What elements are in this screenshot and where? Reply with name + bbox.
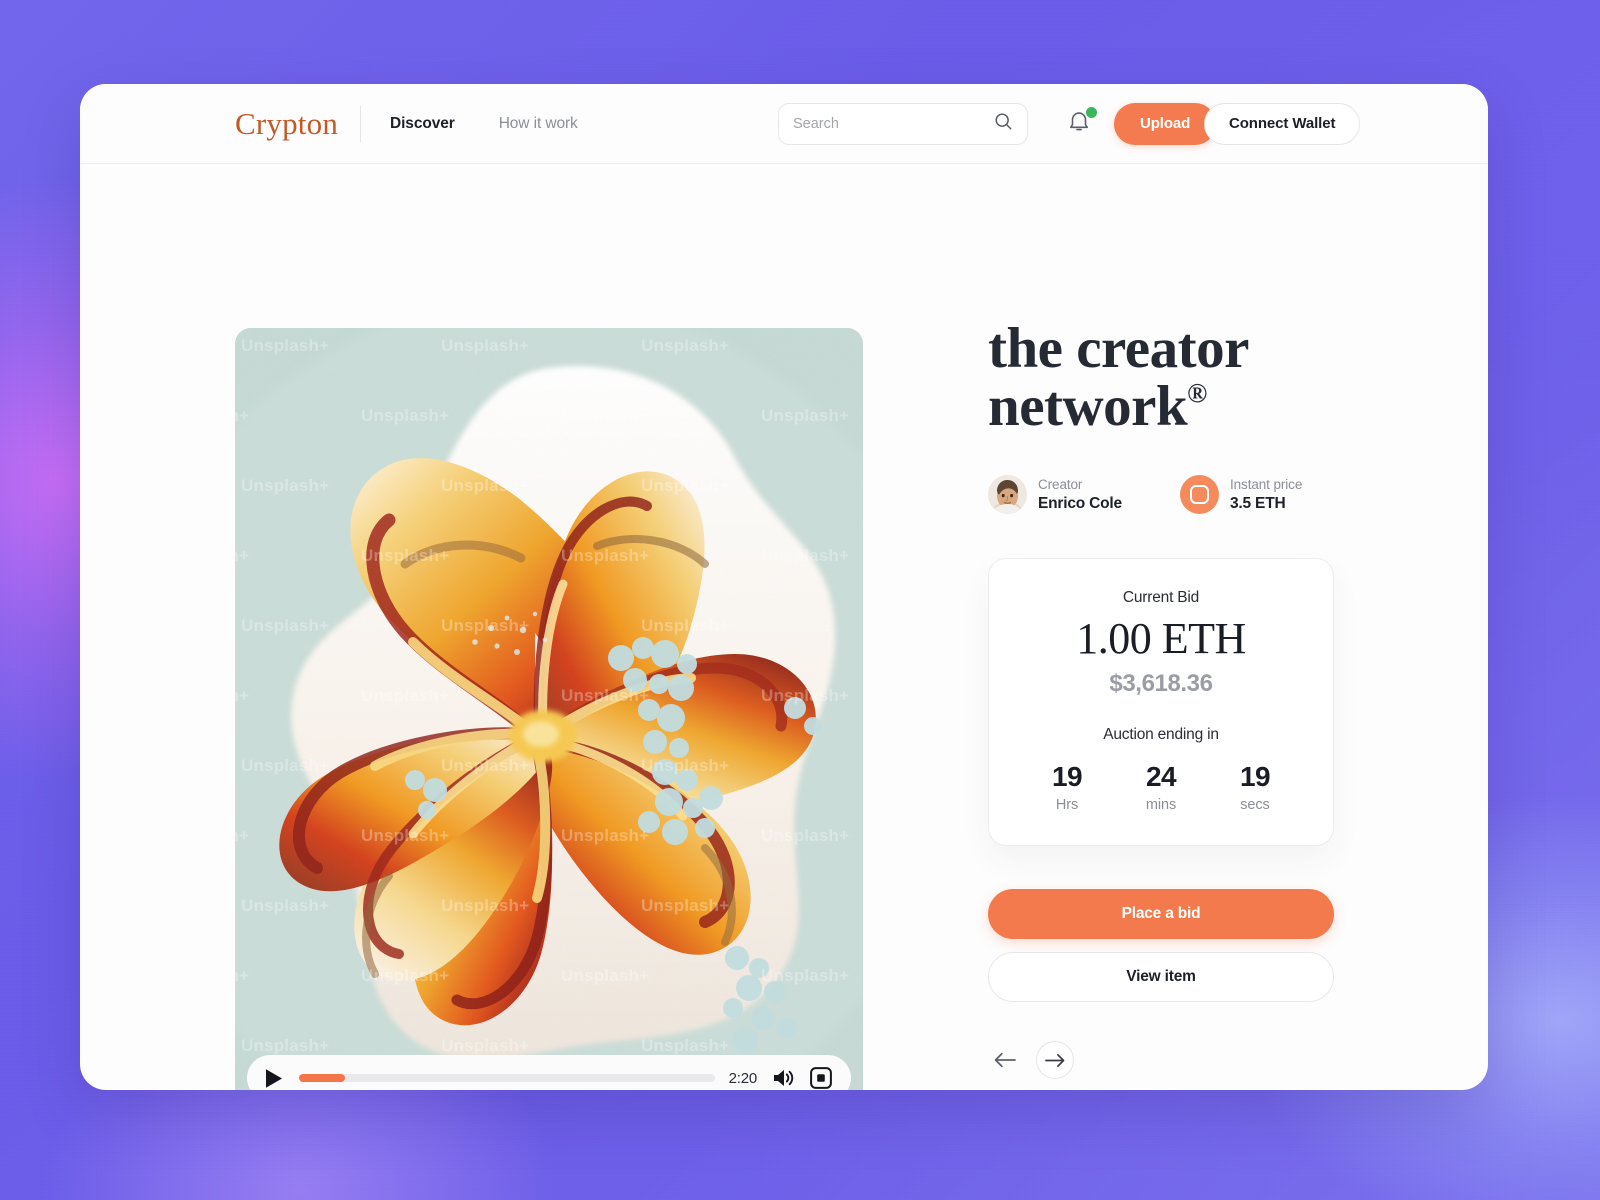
countdown-seconds-value: 19 (1240, 761, 1271, 793)
carousel-nav (988, 1041, 1334, 1080)
countdown-minutes-value: 24 (1146, 761, 1177, 793)
app-window: Crypton Discover How it work Upload Con (80, 84, 1488, 1090)
notification-dot (1086, 106, 1097, 118)
fullscreen-icon[interactable] (809, 1066, 833, 1090)
creator-block[interactable]: Creator Enrico Cole (988, 475, 1180, 515)
search-box[interactable] (778, 102, 1028, 145)
countdown-timer: 19 Hrs 24 mins 19 secs (989, 761, 1333, 813)
nav-link-how-it-work[interactable]: How it work (499, 115, 578, 133)
time-display: 2:20 (728, 1069, 758, 1087)
progress-fill (299, 1074, 345, 1082)
header-divider (360, 105, 361, 142)
countdown-minutes: 24 mins (1138, 761, 1184, 813)
countdown-seconds-label: secs (1240, 797, 1270, 814)
rounded-square-icon (1180, 475, 1219, 515)
countdown-hours: 19 Hrs (1044, 761, 1090, 813)
item-meta-row: Creator Enrico Cole Instant price 3.5 ET… (988, 475, 1334, 515)
instant-price-label: Instant price (1230, 476, 1303, 492)
page-content: Unsplash+ Unsplash+ Unsplash+ Unsplash+ … (80, 164, 1488, 1090)
artwork-media-card[interactable]: Unsplash+ Unsplash+ Unsplash+ Unsplash+ … (235, 328, 863, 1090)
search-icon (994, 112, 1013, 136)
progress-bar[interactable] (299, 1074, 715, 1082)
nav-link-discover[interactable]: Discover (390, 115, 455, 133)
countdown-hours-label: Hrs (1055, 797, 1079, 814)
current-bid-card: Current Bid 1.00 ETH $3,618.36 Auction e… (988, 558, 1334, 847)
countdown-minutes-label: mins (1145, 797, 1177, 814)
countdown-hours-value: 19 (1052, 761, 1083, 793)
play-icon[interactable] (265, 1067, 285, 1089)
instant-price-block: Instant price 3.5 ETH (1180, 475, 1303, 515)
search-input[interactable] (793, 115, 994, 132)
artwork-image (235, 328, 863, 1090)
registered-mark: ® (1187, 378, 1207, 409)
auction-ending-label: Auction ending in (1103, 726, 1219, 744)
current-bid-fiat: $3,618.36 (1109, 670, 1213, 698)
main-nav: Discover How it work (390, 115, 578, 133)
creator-avatar (988, 475, 1027, 515)
instant-price-value: 3.5 ETH (1230, 494, 1286, 512)
current-bid-label: Current Bid (1122, 589, 1200, 607)
notification-bell-button[interactable] (1066, 106, 1097, 140)
item-detail-panel: the creator network® Creator Enrico Cole… (988, 317, 1334, 1080)
arrow-right-icon[interactable] (1036, 1041, 1074, 1080)
countdown-seconds: 19 secs (1232, 761, 1278, 813)
place-bid-button[interactable]: Place a bid (988, 889, 1334, 940)
brand-logo[interactable]: Crypton (235, 106, 338, 142)
video-player-controls: 2:20 (247, 1055, 851, 1090)
current-bid-amount: 1.00 ETH (1076, 614, 1246, 664)
site-header: Crypton Discover How it work Upload Con (80, 84, 1488, 164)
arrow-left-icon[interactable] (988, 1043, 1022, 1077)
view-item-button[interactable]: View item (988, 952, 1334, 1003)
creator-label: Creator (1038, 476, 1083, 492)
page-title: the creator network® (988, 317, 1334, 439)
upload-button[interactable]: Upload (1114, 102, 1217, 145)
volume-icon[interactable] (771, 1066, 795, 1090)
title-line-1: the creator (988, 317, 1249, 380)
title-line-2: network (988, 375, 1188, 439)
connect-wallet-button[interactable]: Connect Wallet (1204, 102, 1361, 145)
creator-name: Enrico Cole (1038, 494, 1122, 512)
